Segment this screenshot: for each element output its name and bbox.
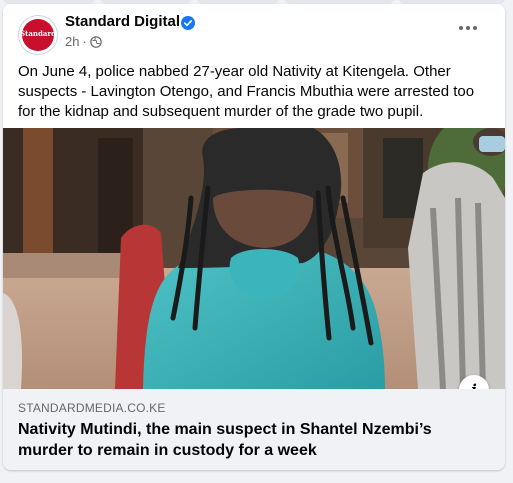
post-caption: On June 4, police nabbed 27-year old Nat…	[18, 63, 475, 120]
post-meta: 2h ·	[65, 34, 102, 49]
meta-separator: ·	[82, 34, 87, 49]
link-preview[interactable]: STANDARDMEDIA.CO.KE Nativity Mutindi, th…	[3, 389, 505, 470]
photo-scene	[3, 128, 505, 389]
post-card: Standard Standard Digital 2h · On June 4…	[3, 4, 505, 470]
brand-logo-text: Standard	[20, 29, 56, 38]
globe-icon[interactable]	[90, 35, 102, 48]
post-header: Standard Standard Digital 2h ·	[3, 4, 505, 60]
link-headline[interactable]: Nativity Mutindi, the main suspect in Sh…	[18, 419, 488, 461]
post-photo[interactable]	[3, 128, 505, 389]
post-timestamp[interactable]: 2h	[65, 34, 79, 49]
more-options-icon[interactable]	[456, 20, 480, 36]
page-name-link[interactable]: Standard Digital	[65, 13, 180, 30]
verified-badge-icon	[181, 16, 195, 30]
link-domain: STANDARDMEDIA.CO.KE	[18, 401, 166, 415]
page-avatar[interactable]: Standard	[18, 15, 58, 55]
